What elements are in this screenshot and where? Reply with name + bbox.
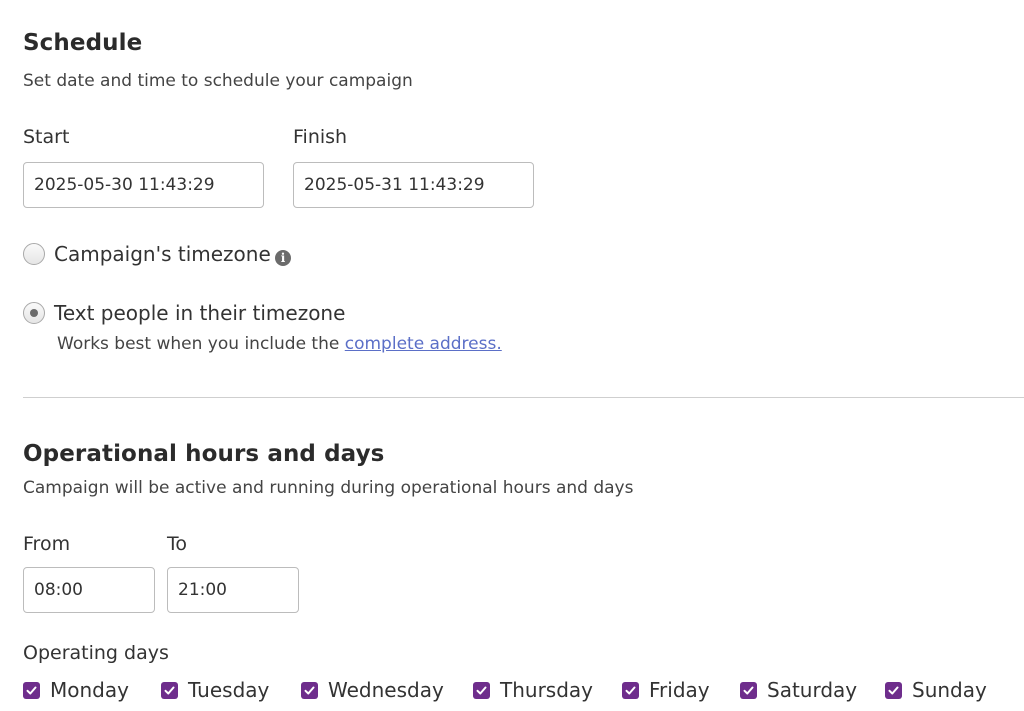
- complete-address-link[interactable]: complete address.: [345, 334, 502, 354]
- finish-label: Finish: [293, 126, 348, 148]
- to-label: To: [167, 533, 188, 555]
- operational-title: Operational hours and days: [23, 441, 385, 467]
- day-checkbox-saturday[interactable]: Saturday: [740, 678, 857, 702]
- operating-days-label: Operating days: [23, 642, 169, 664]
- day-label: Saturday: [767, 678, 858, 702]
- radio-recipient-timezone[interactable]: Text people in their timezone: [23, 301, 363, 329]
- schedule-title: Schedule: [23, 30, 143, 56]
- from-label: From: [23, 533, 71, 555]
- day-label: Wednesday: [328, 678, 444, 702]
- check-icon[interactable]: [622, 681, 639, 699]
- from-time-input[interactable]: [23, 567, 155, 613]
- day-checkbox-friday[interactable]: Friday: [622, 678, 710, 702]
- start-label: Start: [23, 126, 70, 148]
- check-icon[interactable]: [740, 681, 757, 699]
- start-datetime-input[interactable]: [23, 162, 264, 208]
- day-label: Monday: [50, 678, 129, 702]
- timezone-note: Works best when you include the complete…: [57, 334, 502, 354]
- check-icon[interactable]: [473, 681, 490, 699]
- radio-campaign-timezone-label: Campaign's timezone: [54, 242, 271, 266]
- day-checkbox-monday[interactable]: Monday: [23, 678, 129, 702]
- operational-subtitle: Campaign will be active and running duri…: [23, 478, 634, 498]
- timezone-note-text: Works best when you include the: [57, 334, 340, 354]
- section-divider: [23, 397, 1024, 398]
- day-label: Tuesday: [188, 678, 270, 702]
- day-checkbox-tuesday[interactable]: Tuesday: [161, 678, 269, 702]
- schedule-subtitle: Set date and time to schedule your campa…: [23, 71, 413, 91]
- day-label: Thursday: [500, 678, 593, 702]
- day-checkbox-sunday[interactable]: Sunday: [885, 678, 987, 702]
- check-icon[interactable]: [161, 681, 178, 699]
- radio-button-unchecked[interactable]: [23, 243, 45, 265]
- radio-button-checked[interactable]: [23, 302, 45, 324]
- finish-datetime-input[interactable]: [293, 162, 534, 208]
- info-icon[interactable]: i: [275, 250, 291, 266]
- check-icon[interactable]: [301, 681, 318, 699]
- to-time-input[interactable]: [167, 567, 299, 613]
- check-icon[interactable]: [885, 681, 902, 699]
- day-checkbox-wednesday[interactable]: Wednesday: [301, 678, 444, 702]
- day-label: Friday: [649, 678, 710, 702]
- radio-recipient-timezone-label: Text people in their timezone: [54, 301, 346, 325]
- check-icon[interactable]: [23, 681, 40, 699]
- day-checkbox-thursday[interactable]: Thursday: [473, 678, 593, 702]
- day-label: Sunday: [912, 678, 987, 702]
